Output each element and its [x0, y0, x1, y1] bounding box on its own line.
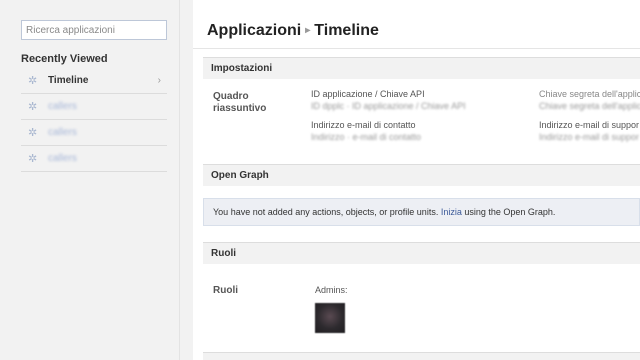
- contact-email-value: Indirizzo · e-mail di contatto: [311, 132, 422, 142]
- breadcrumb: Applicazioni ▸ Timeline: [207, 22, 379, 40]
- recently-viewed-heading: Recently Viewed: [21, 53, 108, 65]
- roles-section-header[interactable]: Ruoli: [203, 242, 640, 264]
- roles-label: Ruoli: [213, 285, 238, 296]
- sidebar-item-label: callers: [48, 127, 77, 138]
- admin-avatar[interactable]: [315, 303, 345, 333]
- sidebar-item-label: callers: [48, 101, 77, 112]
- sidebar: Recently Viewed ✲ Timeline › ✲ callers ✲…: [0, 0, 180, 360]
- next-section-header: [203, 352, 640, 360]
- page-title: Timeline: [314, 22, 379, 39]
- contact-email-title: Indirizzo e-mail di contatto: [311, 120, 416, 130]
- summary-label: Quadro riassuntivo: [213, 91, 267, 114]
- notice-text: You have not added any actions, objects,…: [213, 207, 439, 217]
- admins-label: Admins:: [315, 285, 348, 295]
- breadcrumb-parent-link[interactable]: Applicazioni: [207, 22, 301, 39]
- sidebar-item-app[interactable]: ✲ callers: [21, 146, 167, 172]
- sidebar-item-app[interactable]: ✲ callers: [21, 120, 167, 146]
- gear-icon: ✲: [28, 75, 38, 87]
- sidebar-item-app[interactable]: ✲ callers: [21, 94, 167, 120]
- secret-key-value: Chiave segreta dell'applic: [539, 101, 640, 111]
- get-started-link[interactable]: Inizia: [441, 207, 462, 217]
- sidebar-item-label: Timeline: [48, 75, 89, 86]
- open-graph-section-header[interactable]: Open Graph: [203, 164, 640, 186]
- main-content: Applicazioni ▸ Timeline Impostazioni Quadr…: [193, 0, 640, 360]
- notice-text-end: using the Open Graph.: [464, 207, 556, 217]
- breadcrumb-separator-icon: ▸: [305, 25, 311, 36]
- support-email-title: Indirizzo e-mail di suppor: [539, 120, 640, 130]
- recent-apps-list: ✲ Timeline › ✲ callers ✲ callers ✲ calle…: [21, 68, 167, 172]
- gear-icon: ✲: [28, 127, 38, 139]
- support-email-value: Indirizzo e-mail di suppor: [539, 132, 640, 142]
- open-graph-notice: You have not added any actions, objects,…: [203, 198, 640, 226]
- sidebar-item-label: callers: [48, 153, 77, 164]
- settings-section-header[interactable]: Impostazioni: [203, 57, 640, 79]
- app-id-title: ID applicazione / Chiave API: [311, 89, 425, 99]
- sidebar-item-timeline[interactable]: ✲ Timeline ›: [21, 68, 167, 94]
- app-id-value: ID dpplc · ID applicazione / Chiave API: [311, 101, 466, 111]
- gear-icon: ✲: [28, 101, 38, 113]
- secret-key-title: Chiave segreta dell'applic: [539, 89, 640, 99]
- gear-icon: ✲: [28, 153, 38, 165]
- search-input[interactable]: [21, 20, 167, 40]
- divider: [193, 48, 640, 49]
- chevron-right-icon: ›: [157, 75, 161, 86]
